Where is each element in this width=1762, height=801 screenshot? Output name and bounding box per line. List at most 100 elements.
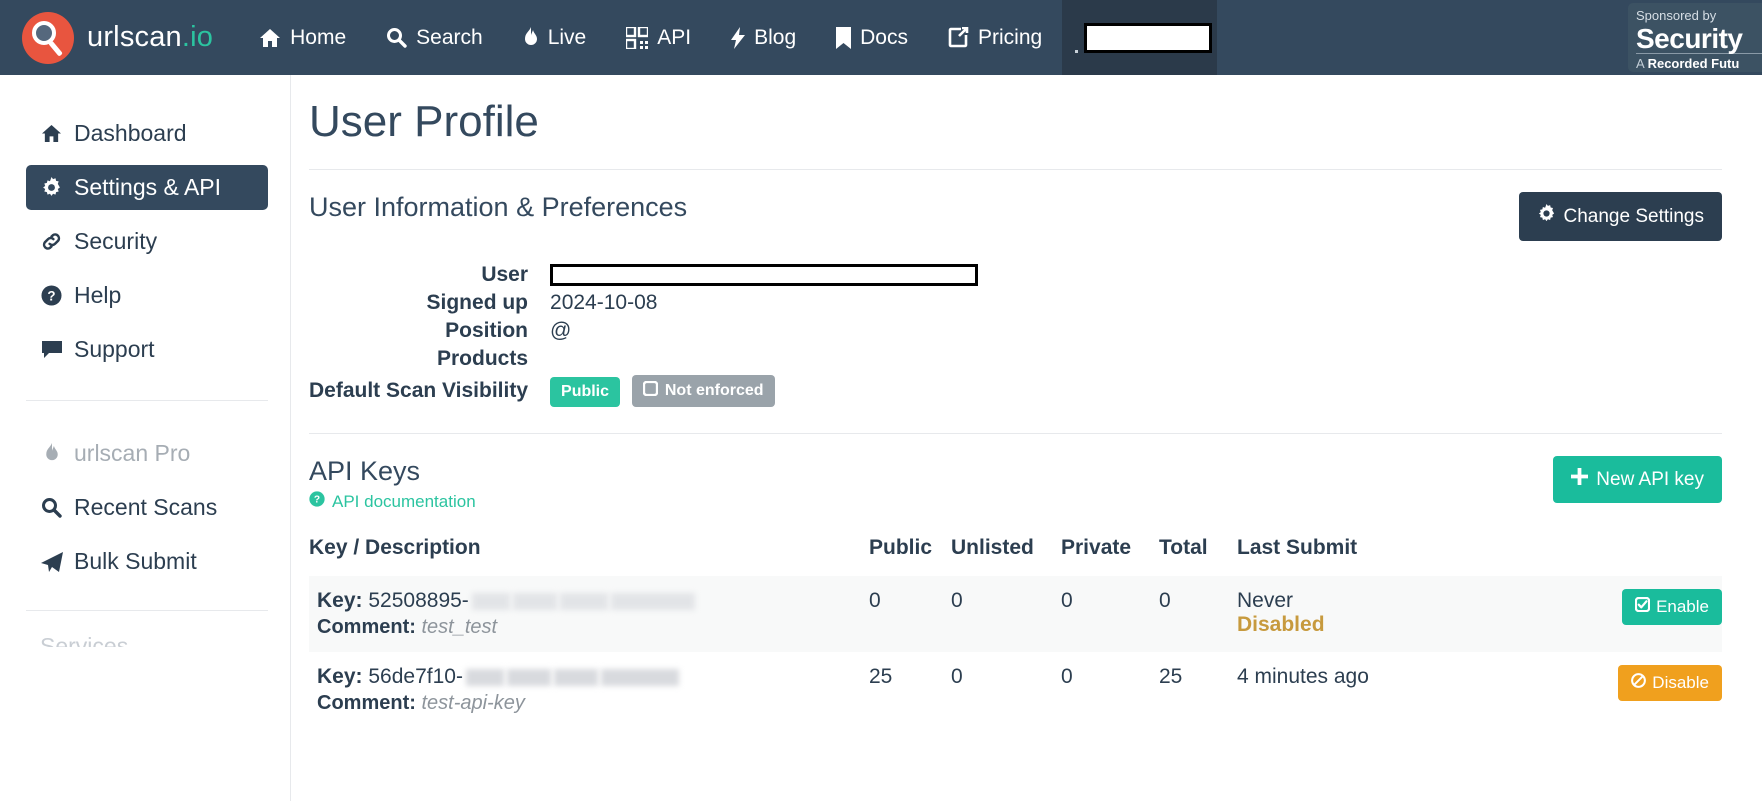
comment-label: Comment: xyxy=(317,692,416,714)
gear-icon xyxy=(1537,204,1556,229)
user-info-title: User Information & Preferences xyxy=(309,192,687,223)
sponsor-prefix: Sponsored by xyxy=(1636,8,1762,24)
disable-key-button[interactable]: Disable xyxy=(1618,665,1722,701)
username-redacted xyxy=(1084,23,1212,53)
sponsor-name: Security xyxy=(1636,24,1762,53)
cell-last-submit: 4 minutes ago xyxy=(1237,652,1437,728)
key-value-redacted-2 xyxy=(507,669,551,686)
cell-key-description: Key: 52508895- Comment: test_test xyxy=(309,576,869,652)
nav-item-api-label: API xyxy=(657,26,691,50)
sponsor-parent-name: Recorded Futu xyxy=(1648,56,1740,71)
nav-item-blog-label: Blog xyxy=(754,26,796,50)
info-label-products: Products xyxy=(309,345,550,373)
plus-icon xyxy=(1571,468,1588,491)
info-row-user: User xyxy=(309,261,978,289)
sidebar-item-dashboard-label: Dashboard xyxy=(74,120,187,147)
urlscan-logo-icon xyxy=(22,12,74,64)
question-circle-icon: ? xyxy=(309,491,325,512)
key-value-redacted-1 xyxy=(466,669,504,686)
cell-actions: Enable xyxy=(1437,576,1722,652)
column-total: Total xyxy=(1159,536,1237,576)
nav-item-home[interactable]: Home xyxy=(239,0,366,75)
sidebar-item-support[interactable]: Support xyxy=(26,327,268,372)
bookmark-icon xyxy=(836,27,851,49)
badge-public-label: Public xyxy=(561,383,609,401)
table-row: Key: 52508895- Comment: test_test 0 0 0 … xyxy=(309,576,1722,652)
column-actions xyxy=(1437,536,1722,576)
sidebar-divider-1 xyxy=(26,400,268,401)
cell-public: 0 xyxy=(869,576,951,652)
key-value-redacted-4 xyxy=(601,669,679,686)
sidebar-item-services-cutoff[interactable]: Services xyxy=(26,633,268,647)
bolt-icon xyxy=(731,27,745,49)
nav-item-home-label: Home xyxy=(290,26,346,50)
key-value-prefix: 56de7f10- xyxy=(368,665,463,688)
sponsor-banner[interactable]: Sponsored by Security A Recorded Futu xyxy=(1628,3,1762,72)
search-icon xyxy=(386,27,407,48)
nav-item-live[interactable]: Live xyxy=(503,0,607,75)
brand-name-text: urlscan xyxy=(87,21,182,53)
sidebar-item-recent-scans[interactable]: Recent Scans xyxy=(26,485,268,530)
nav-links: Home Search Live xyxy=(239,0,1217,75)
sponsor-parent: A Recorded Futu xyxy=(1636,53,1762,72)
api-documentation-label: API documentation xyxy=(332,492,476,512)
disable-key-label: Disable xyxy=(1652,673,1709,693)
svg-text:?: ? xyxy=(47,288,55,303)
key-value-prefix: 52508895- xyxy=(368,589,468,612)
nav-item-docs-label: Docs xyxy=(860,26,908,50)
nav-item-api[interactable]: API xyxy=(606,0,711,75)
cell-total: 25 xyxy=(1159,652,1237,728)
comment-icon xyxy=(40,340,63,359)
info-value-products xyxy=(550,345,978,373)
comment-line: Comment: test-api-key xyxy=(317,692,859,715)
page-title: User Profile xyxy=(309,97,1722,147)
nav-item-search[interactable]: Search xyxy=(366,0,503,75)
change-settings-button[interactable]: Change Settings xyxy=(1519,192,1723,241)
sidebar-item-bulk-submit[interactable]: Bulk Submit xyxy=(26,539,268,584)
comment-label: Comment: xyxy=(317,616,416,638)
sidebar-item-dashboard[interactable]: Dashboard xyxy=(26,111,268,156)
nav-item-blog[interactable]: Blog xyxy=(711,0,816,75)
api-keys-title: API Keys xyxy=(309,456,476,487)
nav-item-docs[interactable]: Docs xyxy=(816,0,928,75)
link-icon xyxy=(40,231,63,252)
key-value-redacted-3 xyxy=(554,669,598,686)
cell-private: 0 xyxy=(1061,652,1159,728)
key-value-redacted-1 xyxy=(472,593,510,610)
change-settings-label: Change Settings xyxy=(1564,206,1705,228)
brand-logo[interactable]: urlscan.io xyxy=(0,12,213,64)
sidebar-item-urlscan-pro[interactable]: urlscan Pro xyxy=(26,431,268,476)
table-header-row: Key / Description Public Unlisted Privat… xyxy=(309,536,1722,576)
sidebar-item-urlscan-pro-label: urlscan Pro xyxy=(74,440,190,467)
sidebar-item-help[interactable]: ? Help xyxy=(26,273,268,318)
question-circle-icon: ? xyxy=(40,285,63,306)
info-label-signed-up: Signed up xyxy=(309,289,550,317)
key-value-redacted-2 xyxy=(513,593,557,610)
ban-icon xyxy=(1631,673,1646,693)
sidebar-item-settings-api[interactable]: Settings & API xyxy=(26,165,268,210)
gear-icon xyxy=(40,177,63,198)
nav-item-live-label: Live xyxy=(548,26,587,50)
sidebar-item-bulk-submit-label: Bulk Submit xyxy=(74,548,197,575)
info-label-default-scan-visibility: Default Scan Visibility xyxy=(309,373,550,409)
enable-key-button[interactable]: Enable xyxy=(1622,589,1722,625)
info-row-signed-up: Signed up 2024-10-08 xyxy=(309,289,978,317)
new-api-key-button[interactable]: New API key xyxy=(1553,456,1722,503)
sidebar-item-security[interactable]: Security xyxy=(26,219,268,264)
section-divider xyxy=(309,433,1722,434)
nav-item-pricing[interactable]: Pricing xyxy=(928,0,1062,75)
nav-user-menu[interactable] xyxy=(1062,0,1217,75)
info-label-position: Position xyxy=(309,317,550,345)
api-documentation-link[interactable]: ? API documentation xyxy=(309,491,476,512)
cell-unlisted: 0 xyxy=(951,576,1061,652)
comment-value: test-api-key xyxy=(421,692,524,714)
key-line: Key: 56de7f10- xyxy=(317,665,859,689)
paper-plane-icon xyxy=(40,552,63,572)
user-info-header: User Information & Preferences Change Se… xyxy=(309,192,1722,241)
key-value-redacted-4 xyxy=(611,593,695,610)
cell-public: 25 xyxy=(869,652,951,728)
user-info-table: User Signed up 2024-10-08 Position @ Pro… xyxy=(309,261,978,409)
stop-square-icon xyxy=(643,381,658,401)
enable-key-label: Enable xyxy=(1656,597,1709,617)
nav-item-pricing-label: Pricing xyxy=(978,26,1042,50)
